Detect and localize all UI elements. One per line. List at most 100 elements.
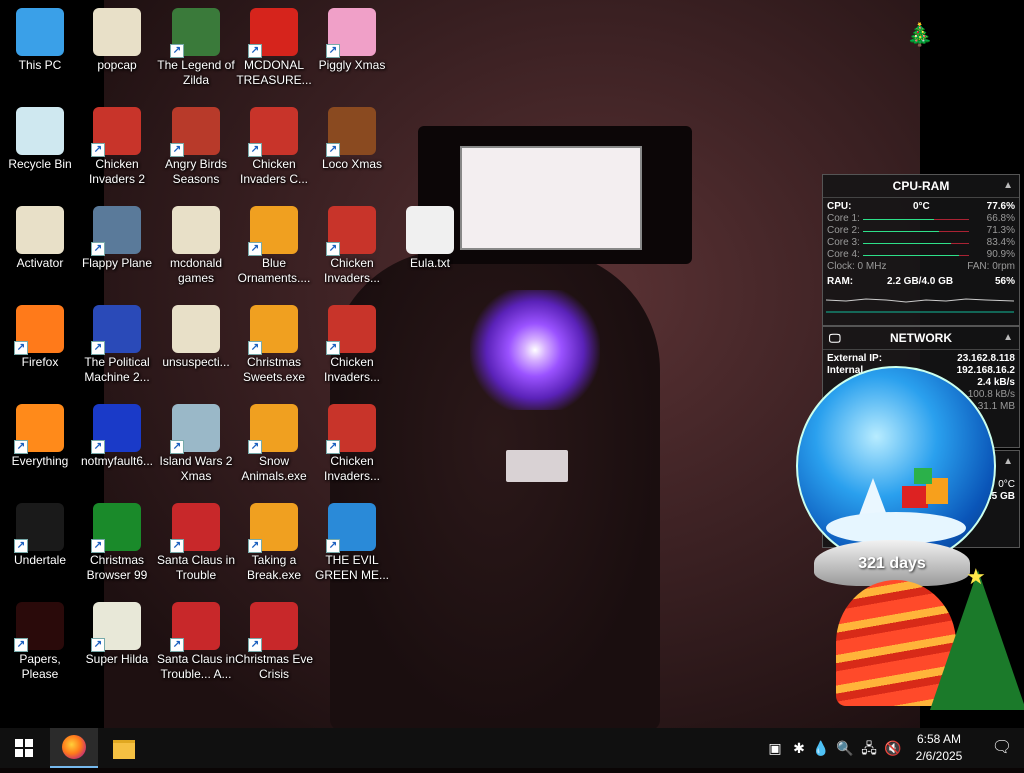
desktop-icon-loco-xmas[interactable]: ↗ Loco Xmas <box>312 103 392 195</box>
bsod-icon: ↗ <box>91 404 141 454</box>
core-usage-bar <box>863 219 969 220</box>
shortcut-arrow-icon: ↗ <box>248 539 262 553</box>
desktop-icon-recycle-bin[interactable]: Recycle Bin <box>0 103 80 195</box>
desktop-icon-this-pc[interactable]: This PC <box>0 4 80 96</box>
chicken-icon: ↗ <box>248 107 298 157</box>
desktop-icon-chicken-invaders[interactable]: ↗ Chicken Invaders... <box>312 301 392 393</box>
desktop-icon-label: Santa Claus in Trouble... A... <box>156 652 236 681</box>
desktop-icon-firefox[interactable]: ↗ Firefox <box>0 301 80 393</box>
desktop-icon-label: notmyfault6... <box>80 454 154 468</box>
firefox-icon: ↗ <box>14 305 64 355</box>
volume-icon[interactable]: 🔇 <box>882 728 904 768</box>
shortcut-arrow-icon: ↗ <box>91 341 105 355</box>
desktop-icon-christmas-sweets-exe[interactable]: ↗ Christmas Sweets.exe <box>234 301 314 393</box>
star-icon: ★ <box>966 564 986 589</box>
tray-search-icon[interactable]: 🔍 <box>834 728 856 768</box>
exe-icon: ↗ <box>248 206 298 256</box>
taskbar-firefox[interactable] <box>50 728 98 768</box>
taskbar-file-explorer[interactable] <box>100 728 148 768</box>
desktop-icon-angry-birds-seasons[interactable]: ↗ Angry Birds Seasons <box>156 103 236 195</box>
tray-network-app-icon[interactable]: ✱ <box>788 728 810 768</box>
bear-icon: ↗ <box>326 107 376 157</box>
desktop-icon-label: Santa Claus in Trouble <box>156 553 236 582</box>
shortcut-arrow-icon: ↗ <box>14 341 28 355</box>
desktop-icon-piggly-xmas[interactable]: ↗ Piggly Xmas <box>312 4 392 96</box>
desktop-icon-chicken-invaders[interactable]: ↗ Chicken Invaders... <box>312 202 392 294</box>
desktop-icon-label: Activator <box>16 256 64 270</box>
core-usage: 90.9% <box>986 249 1015 260</box>
desktop-icon-mcdonal-treasure[interactable]: ↗ MCDONAL TREASURE... <box>234 4 314 96</box>
desktop-icon-label: Flappy Plane <box>81 256 153 270</box>
shortcut-arrow-icon: ↗ <box>326 44 340 58</box>
system-clock[interactable]: 6:58 AM 2/6/2025 <box>906 731 972 765</box>
desktop-icon-snow-animals-exe[interactable]: ↗ Snow Animals.exe <box>234 400 314 492</box>
desktop-icon-label: Undertale <box>13 553 67 567</box>
desktop-icon-label: Eula.txt <box>409 256 451 270</box>
desktop-icon-papers-please[interactable]: ↗ Papers, Please <box>0 598 80 690</box>
ram-label: RAM: <box>827 276 854 287</box>
desktop-icon-chicken-invaders[interactable]: ↗ Chicken Invaders... <box>312 400 392 492</box>
collapse-arrow-icon[interactable]: ▲ <box>1003 327 1013 349</box>
cpu-ram-title: CPU-RAM ▲ <box>823 175 1019 198</box>
tray-drop-icon[interactable]: 💧 <box>810 728 832 768</box>
folder-icon <box>93 8 141 56</box>
desktop-icon-christmas-browser-99[interactable]: ↗ Christmas Browser 99 <box>77 499 157 591</box>
clock-date: 2/6/2025 <box>915 749 963 763</box>
desktop-icon-label: Chicken Invaders 2 <box>88 157 146 186</box>
shortcut-arrow-icon: ↗ <box>248 242 262 256</box>
cpu-temperature: 0°C <box>913 201 930 212</box>
core-usage-bar <box>863 255 969 256</box>
desktop-icon-taking-a-break-exe[interactable]: ↗ Taking a Break.exe <box>234 499 314 591</box>
plane-icon: ↗ <box>91 206 141 256</box>
desktop-icon-label: The Political Machine 2... <box>84 355 150 384</box>
recycle-bin-icon <box>16 107 64 155</box>
desktop-icon-label: Firefox <box>21 355 59 369</box>
desktop-icon-the-evil-green-me[interactable]: ↗ THE EVIL GREEN ME... <box>312 499 392 591</box>
folder-icon <box>16 206 64 254</box>
chicken-icon: ↗ <box>326 305 376 355</box>
exe-icon: ↗ <box>248 404 298 454</box>
shortcut-arrow-icon: ↗ <box>326 440 340 454</box>
desktop-icon-santa-claus-in-trouble[interactable]: ↗ Santa Claus in Trouble <box>156 499 236 591</box>
desktop-icon-activator[interactable]: Activator <box>0 202 80 294</box>
collapse-arrow-icon[interactable]: ▲ <box>1003 451 1013 473</box>
desktop-icon-chicken-invaders-c[interactable]: ↗ Chicken Invaders C... <box>234 103 314 195</box>
desktop-icon-label: Loco Xmas <box>321 157 383 171</box>
desktop-icon-notmyfault6[interactable]: ↗ notmyfault6... <box>77 400 157 492</box>
desktop-icon-undertale[interactable]: ↗ Undertale <box>0 499 80 591</box>
ram-percent: 56% <box>994 276 1015 287</box>
core-list: Core 1: 66.8% Core 2: 71.3% Core 3: 83.4% Core… <box>823 213 1019 261</box>
ram-usage: 2.2 GB/4.0 GB <box>887 276 954 287</box>
start-button[interactable] <box>0 728 48 768</box>
desktop-icon-chicken-invaders-2[interactable]: ↗ Chicken Invaders 2 <box>77 103 157 195</box>
shortcut-arrow-icon: ↗ <box>326 539 340 553</box>
exe-icon: ↗ <box>248 305 298 355</box>
desktop-icon-the-political-machine-2[interactable]: ↗ The Political Machine 2... <box>77 301 157 393</box>
desktop-icon-island-wars-2-xmas[interactable]: ↗ Island Wars 2 Xmas <box>156 400 236 492</box>
snow-globe[interactable] <box>796 366 996 566</box>
santa-icon: ↗ <box>170 602 220 652</box>
desktop-icon-blue-ornaments[interactable]: ↗ Blue Ornaments.... <box>234 202 314 294</box>
desktop-icon-the-legend-of-zilda[interactable]: ↗ The Legend of Zilda <box>156 4 236 96</box>
desktop-icon-flappy-plane[interactable]: ↗ Flappy Plane <box>77 202 157 294</box>
desktop-icon-santa-claus-in-trouble-a[interactable]: ↗ Santa Claus in Trouble... A... <box>156 598 236 690</box>
desktop-icon-christmas-eve-crisis[interactable]: ↗ Christmas Eve Crisis <box>234 598 314 690</box>
shortcut-arrow-icon: ↗ <box>170 539 184 553</box>
tray-app-icon[interactable]: ▣ <box>764 728 786 768</box>
desktop-icon-unsuspecti[interactable]: unsuspecti... <box>156 301 236 393</box>
desktop-icon-super-hilda[interactable]: ↗ Super Hilda <box>77 598 157 690</box>
core-row: Core 2: 71.3% <box>823 225 1019 237</box>
shortcut-arrow-icon: ↗ <box>326 242 340 256</box>
shortcut-arrow-icon: ↗ <box>248 638 262 652</box>
undertale-icon: ↗ <box>14 503 64 553</box>
collapse-arrow-icon[interactable]: ▲ <box>1003 175 1013 197</box>
notification-center-icon[interactable]: 🗨 <box>980 728 1024 768</box>
desktop-icon-label: Super Hilda <box>85 652 149 666</box>
desktop-icon-everything[interactable]: ↗ Everything <box>0 400 80 492</box>
desktop-icon-mcdonald-games[interactable]: mcdonald games <box>156 202 236 294</box>
desktop-icon-popcap[interactable]: popcap <box>77 4 157 96</box>
angry-birds-icon: ↗ <box>170 107 220 157</box>
desktop-icon-label: Christmas Eve Crisis <box>234 652 314 681</box>
desktop-icon-eula-txt[interactable]: Eula.txt <box>390 202 470 294</box>
network-icon[interactable]: 🖧 <box>858 728 880 768</box>
